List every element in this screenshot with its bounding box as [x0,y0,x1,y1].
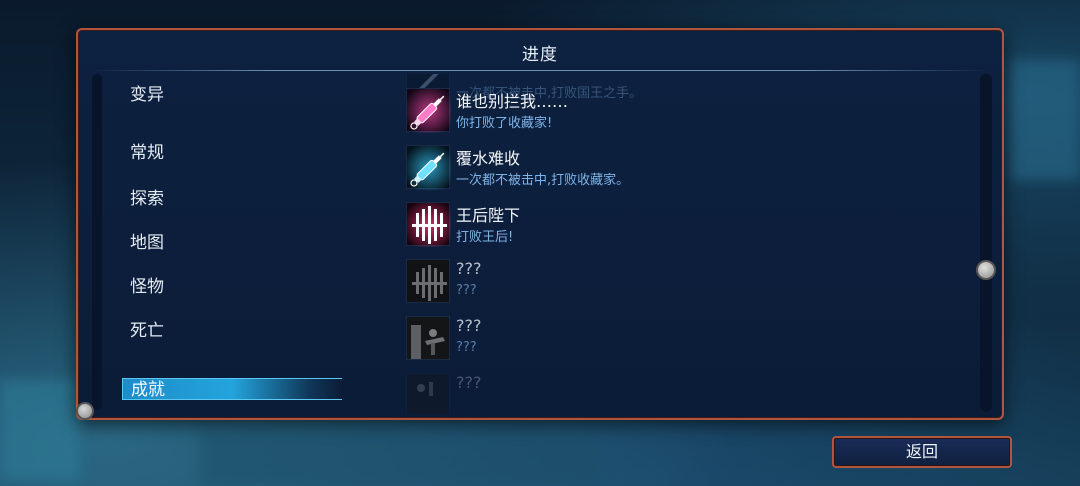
category-achievements[interactable]: 成就 [122,378,342,400]
achievement-desc: 打败王后! [456,230,514,245]
back-button[interactable]: 返回 [832,436,1012,468]
progress-panel: 进度 变异 常规 探索 地图 怪物 死亡 成就 一次都不被击中,打败国王之手。 [76,28,1004,420]
category-map[interactable]: 地图 [130,228,164,253]
list-item: ??? [406,373,966,414]
category-exploration[interactable]: 探索 [130,184,164,209]
pink-syringe-icon [406,88,451,133]
achievement-desc: ??? [456,283,477,298]
list-item: 覆水难收 一次都不被击中,打败收藏家。 [406,145,966,193]
achievement-desc: ??? [456,340,477,355]
category-general[interactable]: 常规 [130,138,164,163]
locked-crown-icon [406,259,450,303]
locked-partial-icon [406,373,450,414]
achievement-name: ??? [456,316,482,335]
right-scrollbar-handle[interactable] [976,260,996,280]
panel-title: 进度 [522,45,558,65]
list-item: ??? ??? [406,316,966,364]
list-item: ??? ??? [406,259,966,307]
left-scrollbar-handle[interactable] [76,402,94,420]
background-blur [1010,60,1080,180]
category-mutations[interactable]: 变异 [130,80,164,105]
locked-figure-icon [406,316,450,360]
achievement-desc: 一次都不被击中,打败收藏家。 [456,173,630,188]
achievement-name: 王后陛下 [456,206,521,225]
title-divider [92,70,988,71]
blue-syringe-icon [406,145,451,190]
right-scrollbar-track[interactable] [980,74,992,412]
left-scrollbar-track[interactable] [92,74,102,410]
category-monsters[interactable]: 怪物 [130,272,164,297]
achievement-list[interactable]: 一次都不被击中,打败国王之手。 谁也别拦我…… 你打败了收藏家! 覆水难收 一次… [396,74,974,414]
queen-crown-icon [406,202,451,247]
achievement-name: 覆水难收 [456,149,521,168]
background-blur [200,430,600,486]
background-blur [0,380,80,480]
list-item: 谁也别拦我…… 你打败了收藏家! [406,88,966,136]
category-deaths[interactable]: 死亡 [130,316,164,341]
achievement-name: ??? [456,259,482,278]
achievement-name: 谁也别拦我…… [456,92,569,111]
list-item: 王后陛下 打败王后! [406,202,966,250]
category-list: 变异 常规 探索 地图 怪物 死亡 成就 [122,76,382,406]
achievement-name: ??? [456,373,482,392]
achievement-desc: 你打败了收藏家! [456,116,553,131]
